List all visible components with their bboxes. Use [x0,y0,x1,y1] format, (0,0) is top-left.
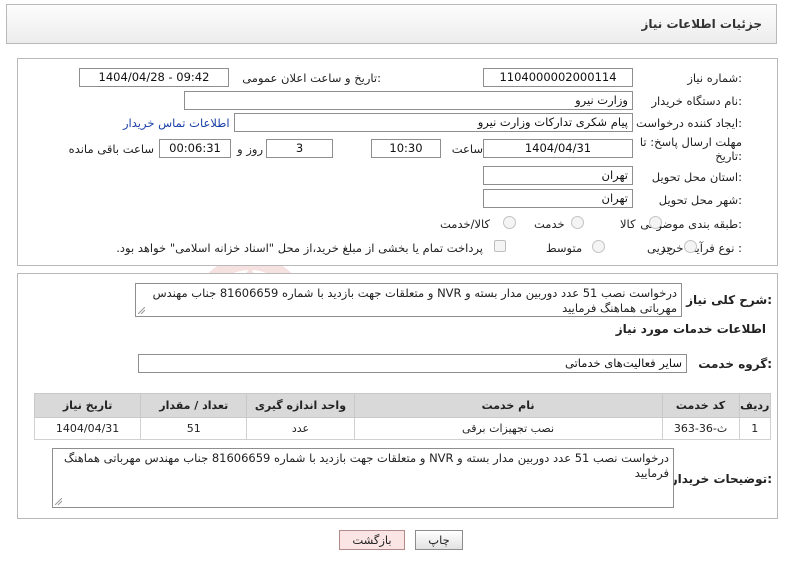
category-radio-service[interactable] [571,216,584,229]
cell-code: ث-36-363 [661,417,740,440]
general-desc-label: شرح کلی نیاز: [686,293,772,307]
category-radio-goods-service[interactable] [503,216,516,229]
province-label: استان محل تحویل: [651,170,742,184]
buyer-notes-label: توضیحات خریدار: [670,472,772,486]
general-desc-text: درخواست نصب 51 عدد دوربین مدار بسته و NV… [152,286,677,315]
col-code: کد خدمت [661,393,740,418]
col-date: تاریخ نیاز [33,393,142,418]
category-option-goods-service: کالا/خدمت [440,217,491,231]
cell-date: 1404/04/31 [33,417,142,440]
page-header: جزئیات اطلاعات نیاز [6,4,777,44]
time-remaining-label: ساعت باقی مانده [68,142,154,156]
services-table: ردیف کد خدمت نام خدمت واحد اندازه گیری ت… [33,393,772,440]
service-group-field: سایر فعالیت‌های خدماتی [138,354,687,373]
deadline-time-label: ساعت [451,142,483,156]
page-title: جزئیات اطلاعات نیاز [641,17,762,31]
deadline-date-field: 1404/04/31 [483,139,633,158]
requester-label: ایجاد کننده درخواست: [636,116,742,130]
announce-datetime-label: تاریخ و ساعت اعلان عمومی: [242,71,381,85]
col-unit: واحد اندازه گیری [246,393,355,418]
process-radio-minor[interactable] [684,240,697,253]
category-option-service: خدمت [534,217,565,231]
print-button[interactable]: چاپ [415,530,463,550]
time-remaining-field: 00:06:31 [159,139,231,158]
col-qty: تعداد / مقدار [140,393,248,418]
process-option-minor: جزیی [647,241,674,255]
category-radio-goods[interactable] [649,216,662,229]
process-radio-medium[interactable] [592,240,605,253]
col-row: ردیف [738,393,772,418]
province-field: تهران [483,166,633,185]
resize-grip-icon[interactable] [55,498,62,505]
table-row: 1 ث-36-363 نصب تجهیزات برقی عدد 51 1404/… [33,417,772,440]
cell-name: نصب تجهیزات برقی [353,417,663,440]
cell-qty: 51 [140,417,248,440]
buyer-contact-link[interactable]: اطلاعات تماس خریدار [123,116,230,130]
days-remaining-field: 3 [266,139,333,158]
cell-unit: عدد [246,417,355,440]
category-option-goods: کالا [620,217,636,231]
buyer-notes-text: درخواست نصب 51 عدد دوربین مدار بسته و NV… [63,451,669,480]
services-table-header: ردیف کد خدمت نام خدمت واحد اندازه گیری ت… [33,393,772,418]
col-name: نام خدمت [353,393,663,418]
cell-row: 1 [738,417,772,440]
city-field: تهران [483,189,633,208]
announce-datetime-field: 1404/04/28 - 09:42 [79,68,229,87]
treasury-payment-checkbox[interactable] [494,240,506,252]
buyer-org-label: نام دستگاه خریدار: [651,94,742,108]
process-option-medium: متوسط [546,241,583,255]
buyer-org-field: وزارت نیرو [184,91,633,110]
deadline-label: مهلت ارسال پاسخ: تا تاریخ: [639,135,742,163]
buyer-notes-field: درخواست نصب 51 عدد دوربین مدار بسته و NV… [52,448,674,508]
deadline-time-field: 10:30 [371,139,441,158]
treasury-payment-note: پرداخت تمام یا بخشی از مبلغ خرید،از محل … [116,241,483,255]
back-button[interactable]: بازگشت [339,530,405,550]
requester-field: پیام شکری تدارکات وزارت نیرو [234,113,633,132]
days-label: روز و [237,142,263,156]
resize-grip-icon[interactable] [138,307,145,314]
service-group-label: گروه خدمت: [698,357,772,371]
need-number-label: شماره نیاز: [687,71,742,85]
services-section-title: اطلاعات خدمات مورد نیاز [615,322,766,336]
general-desc-field: درخواست نصب 51 عدد دوربین مدار بسته و NV… [135,283,682,317]
city-label: شهر محل تحویل: [658,193,742,207]
need-number-field: 1104000002000114 [483,68,633,87]
